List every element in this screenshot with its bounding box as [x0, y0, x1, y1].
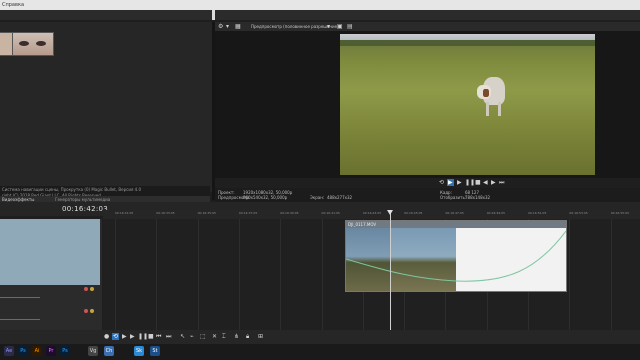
ruler-tick-label: 00:16:51:05	[528, 211, 547, 215]
overlay-icon[interactable]: ▣	[337, 23, 343, 30]
stop-icon[interactable]: ■	[475, 179, 481, 186]
envelope-tool-icon[interactable]: ⌁	[190, 333, 194, 340]
grid-line	[238, 219, 240, 330]
window-title-strip	[0, 10, 640, 20]
grid-line	[156, 219, 158, 330]
volume-slider[interactable]	[0, 319, 40, 320]
taskbar-app-icon[interactable]: Ps	[60, 346, 70, 356]
preview-quality-select[interactable]: Предпросмотр (половинное разрешение)	[251, 24, 339, 29]
video-track-header[interactable]	[0, 219, 100, 285]
ruler-tick-label: 00:16:33:05	[156, 211, 175, 215]
loop-icon[interactable]: ⟲	[439, 179, 444, 186]
taskbar-app-icon[interactable]: St	[150, 346, 160, 356]
trim-icon[interactable]: ⌶	[222, 333, 226, 341]
fade-curve[interactable]	[346, 221, 566, 291]
track-mute-icon[interactable]	[90, 287, 94, 291]
timeline-toolbar: ● ⟲ ▶ ▶ ❚❚ ■ ⏮ ⏭ ↖ ⌁ ⬚ ✕ ⌶ ⋔ 🔒︎ ⊞	[0, 330, 640, 344]
selection-tool-icon[interactable]: ⬚	[200, 333, 206, 340]
os-taskbar: Ae Ps Ai Pr Ps Vg Ch Sk St	[0, 344, 640, 360]
shown-value: 788x148x32	[465, 195, 491, 200]
grid-line	[280, 219, 282, 330]
ruler-tick-label: 00:16:55:05	[610, 211, 629, 215]
taskbar-app-icon[interactable]: Sk	[134, 346, 144, 356]
track-fx-icon[interactable]	[84, 309, 88, 313]
ruler-tick-label: 00:16:43:05	[362, 211, 382, 215]
go-to-start-icon[interactable]: ⏮	[156, 333, 161, 341]
taskbar-app-icon[interactable]: Pr	[46, 346, 56, 356]
play-from-start-icon[interactable]: ▶	[130, 333, 135, 340]
snapshot-icon[interactable]: ▤	[347, 23, 353, 30]
preview-info: Проект: 1920x1080x32, 50,000p Предпросмо…	[215, 188, 640, 202]
cow-leg	[498, 102, 501, 116]
plugin-info-line-1: Система навигации сцены, Прокрутка (0) M…	[2, 187, 141, 192]
ruler-tick-label: 00:16:49:05	[486, 211, 506, 215]
menu-bar: Справка	[0, 0, 640, 10]
preview-value: 960x540x32, 50,000p	[243, 195, 288, 200]
prev-frame-icon[interactable]: ◀	[483, 179, 488, 186]
play-icon[interactable]: ▶	[457, 179, 462, 186]
tree-line	[340, 40, 595, 46]
ruler-tick-label: 00:16:35:05	[197, 211, 216, 215]
taskbar-app-icon[interactable]: Ae	[4, 346, 14, 356]
timecode-display: 00:16:42:03	[62, 205, 109, 213]
media-panel	[0, 22, 212, 192]
playhead-marker[interactable]	[387, 210, 393, 215]
next-frame-icon[interactable]: ▶	[491, 179, 496, 186]
plugin-info: Система навигации сцены, Прокрутка (0) M…	[0, 186, 210, 198]
go-to-end-icon[interactable]: ⏭	[499, 179, 504, 187]
taskbar-app-icon[interactable]: Ai	[32, 346, 42, 356]
go-to-end-icon[interactable]: ⏭	[166, 333, 171, 341]
shown-label: Отобразить:	[440, 195, 467, 200]
split-icon[interactable]: ⋔	[234, 333, 239, 340]
grid-line	[321, 219, 323, 330]
delete-icon[interactable]: ✕	[212, 333, 217, 340]
lock-icon[interactable]: 🔒︎	[246, 333, 249, 341]
ruler-tick-label: 00:16:37:05	[238, 211, 258, 215]
normal-edit-tool-icon[interactable]: ↖	[180, 333, 185, 340]
ruler-tick-label: 00:16:31:05	[115, 211, 134, 215]
pause-icon[interactable]: ❚❚	[465, 179, 475, 186]
display-label: Экран:	[310, 195, 325, 200]
ruler-tick-label: 00:16:47:05	[445, 211, 464, 215]
ruler-tick-label: 00:16:53:05	[569, 211, 588, 215]
video-preview-frame[interactable]	[340, 34, 595, 175]
media-thumbnail-2[interactable]	[12, 32, 54, 56]
eye-image	[36, 41, 46, 46]
grid-line	[610, 219, 612, 330]
preview-transport: ⟲ ▶ ▶ ❚❚ ■ ◀ ▶ ⏭	[215, 178, 640, 188]
record-icon[interactable]: ●	[104, 333, 109, 340]
menu-item-help[interactable]: Справка	[2, 2, 24, 8]
preview-toolbar: ⚙ ▾ ▦ Предпросмотр (половинное разрешени…	[215, 22, 640, 31]
dropdown-icon[interactable]: ▾	[226, 23, 229, 30]
taskbar-app-icon[interactable]: Vg	[88, 346, 98, 356]
video-clip[interactable]: DJI_0117.MOV	[345, 220, 567, 292]
track-mute-icon[interactable]	[90, 309, 94, 313]
quality-dropdown-icon[interactable]: ▾	[327, 23, 330, 30]
stop-icon[interactable]: ■	[148, 333, 154, 340]
grid-line	[115, 219, 116, 330]
cow-marking	[483, 89, 489, 97]
split-icon[interactable]: ▦	[235, 23, 241, 30]
display-value: 488x277x32	[327, 195, 353, 200]
play-from-start-icon[interactable]: ▶	[447, 179, 454, 186]
taskbar-app-icon[interactable]: Ps	[18, 346, 28, 356]
eye-image	[19, 41, 29, 46]
play-icon[interactable]: ▶	[122, 333, 127, 340]
ruler-tick-label: 00:16:45:05	[404, 211, 423, 215]
grid-line	[569, 219, 571, 330]
grid-line	[197, 219, 199, 330]
snap-icon[interactable]: ⊞	[258, 333, 263, 340]
ruler-tick-label: 00:16:41:05	[321, 211, 340, 215]
taskbar-app-icon[interactable]: Ch	[104, 346, 114, 356]
cow-leg	[486, 102, 489, 116]
pause-icon[interactable]: ❚❚	[138, 333, 148, 340]
track-fx-icon[interactable]	[84, 287, 88, 291]
ruler-tick-label: 00:16:39:05	[280, 211, 299, 215]
playhead[interactable]	[390, 210, 391, 330]
settings-icon[interactable]: ⚙	[218, 23, 223, 30]
volume-slider[interactable]	[0, 297, 40, 298]
loop-playback-icon[interactable]: ⟲	[112, 333, 120, 340]
